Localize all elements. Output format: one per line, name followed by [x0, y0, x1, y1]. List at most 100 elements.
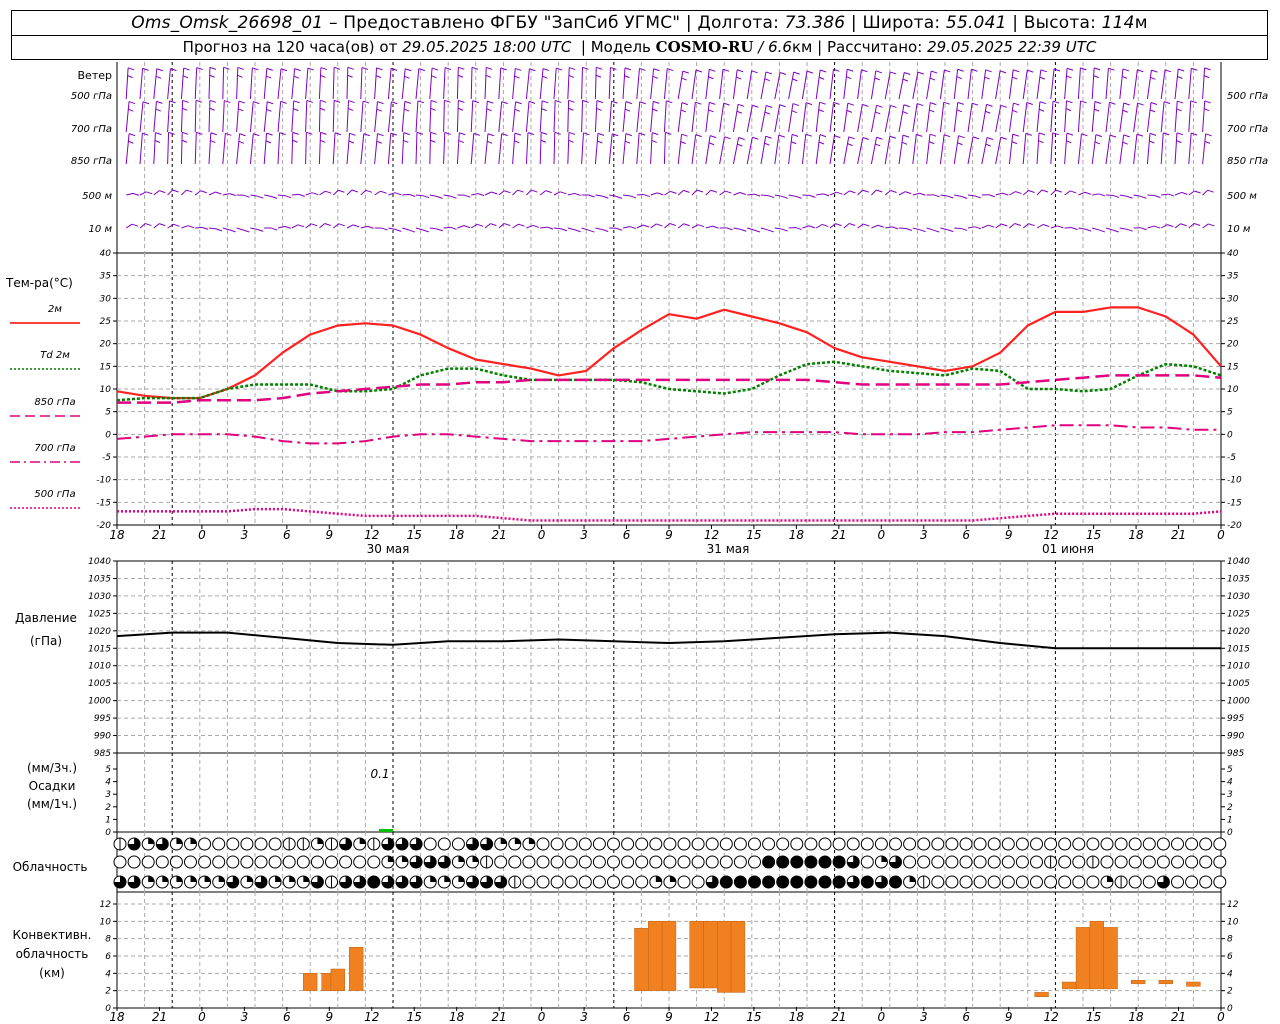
wind-barb-feather [779, 72, 787, 75]
wind-barb [608, 67, 611, 100]
wind-barb [829, 102, 835, 133]
wind-barb-feather [347, 74, 353, 78]
conv-hour-label: 18 [789, 1010, 805, 1024]
wind-barb [567, 192, 575, 196]
cloud-symbol [184, 855, 197, 869]
conv-title-1: Конвективн. [13, 928, 92, 942]
wind-barb-feather [1039, 76, 1046, 80]
cloud-symbol [423, 837, 437, 851]
ytick-label-temp-left: 5 [105, 408, 111, 418]
wind-barb-feather [792, 103, 800, 107]
wind-barb-feather [504, 223, 511, 227]
wind-barb [360, 225, 368, 229]
wind-barb-feather [764, 111, 771, 115]
cloud-symbol [677, 875, 691, 889]
wind-barb-feather [229, 193, 236, 197]
wind-barb [374, 67, 378, 100]
wind-barb-feather [1040, 69, 1047, 73]
wind-barb [857, 189, 863, 196]
cloud-symbol [1072, 875, 1086, 889]
wind-barb-feather [181, 139, 188, 143]
wind-barb [194, 190, 202, 196]
conv-bar [349, 947, 364, 991]
cloud-symbol [240, 837, 254, 851]
cloud-symbol [339, 855, 353, 869]
wind-barb [885, 226, 893, 229]
wind-barb-feather [568, 74, 575, 78]
wind-barb-feather [901, 141, 908, 145]
wind-barb-feather [238, 100, 246, 104]
temp-hour-label: 9 [325, 528, 333, 542]
temp-hour-label: 12 [364, 528, 379, 542]
wind-barb-feather [1039, 101, 1047, 105]
wind-barb-feather [1012, 133, 1019, 137]
ytick-label-pres-right: 1010 [1227, 662, 1250, 672]
wind-barb [512, 189, 518, 196]
cloud-symbol [1185, 855, 1199, 869]
cloud-symbol-fill [819, 876, 831, 888]
conv-bar [1103, 927, 1118, 990]
wind-barb [705, 225, 713, 229]
conv-title-3: (км) [39, 966, 65, 980]
wind-barb [608, 133, 613, 165]
cloud-symbol [1030, 875, 1043, 889]
wind-barb-feather [653, 68, 660, 72]
wind-barb-feather [238, 108, 244, 112]
cloud-symbol [790, 837, 804, 851]
wind-barb-feather [834, 135, 841, 139]
wind-barb-feather [146, 191, 153, 195]
wind-barb-feather [540, 131, 548, 135]
temp-legend-label: Td 2м [40, 350, 70, 361]
conv-hour-label: 15 [1086, 1010, 1101, 1024]
cloud-symbol-fill [204, 876, 211, 882]
cloud-symbol [832, 837, 846, 851]
wind-barb [388, 192, 396, 196]
temp-hour-label: 15 [1086, 528, 1101, 542]
conv-hour-label: 15 [407, 1010, 422, 1024]
cloud-symbol [1072, 855, 1086, 869]
wind-barb-feather [156, 100, 163, 104]
cloud-symbol [663, 855, 677, 869]
wind-barb-feather [127, 67, 135, 71]
wind-barb [733, 227, 741, 230]
wind-barb-feather [697, 224, 705, 228]
wind-barb-feather [680, 141, 686, 145]
wind-barb-feather [458, 140, 464, 144]
wind-barb [1146, 70, 1152, 100]
temp-hour-label: 0 [198, 528, 206, 542]
wind-barb [374, 133, 378, 165]
wind-barb-feather [1151, 69, 1158, 73]
wind-barb-feather [349, 132, 356, 136]
cloud-symbol [1185, 837, 1199, 851]
wind-barb [195, 226, 203, 229]
cloud-symbol [860, 855, 874, 869]
wind-barb-feather [457, 107, 464, 111]
wind-barb-feather [155, 75, 162, 79]
wind-barb-feather [1000, 104, 1007, 108]
wind-barb [1188, 190, 1195, 196]
wind-barb-feather [1167, 224, 1174, 228]
wind-barb [953, 69, 959, 100]
cloud-symbol [733, 855, 747, 869]
cloud-symbol [748, 855, 761, 869]
cloud-symbol [1128, 875, 1142, 889]
wind-barb [346, 133, 351, 165]
cloud-symbol-fill [655, 876, 662, 882]
wind-barb-feather [348, 100, 355, 104]
cloud-symbol [733, 837, 747, 851]
wind-barb-feather [849, 223, 856, 226]
wind-barb-feather [284, 225, 291, 229]
wind-barb [801, 71, 808, 100]
wind-barb [691, 189, 698, 196]
conv-bar [717, 921, 732, 993]
ytick-label-temp-right: 10 [1227, 385, 1239, 395]
wind-barb-feather [223, 66, 230, 70]
wind-barb-feather [1194, 190, 1201, 194]
wind-barb-feather [656, 223, 663, 227]
ytick-label-pres-left: 995 [94, 714, 111, 724]
conv-hour-label: 3 [920, 1010, 928, 1024]
cloud-symbol [1015, 875, 1029, 889]
cloud-symbol-fill [162, 876, 169, 882]
wind-barb [319, 190, 326, 196]
cloud-symbol [903, 837, 917, 851]
